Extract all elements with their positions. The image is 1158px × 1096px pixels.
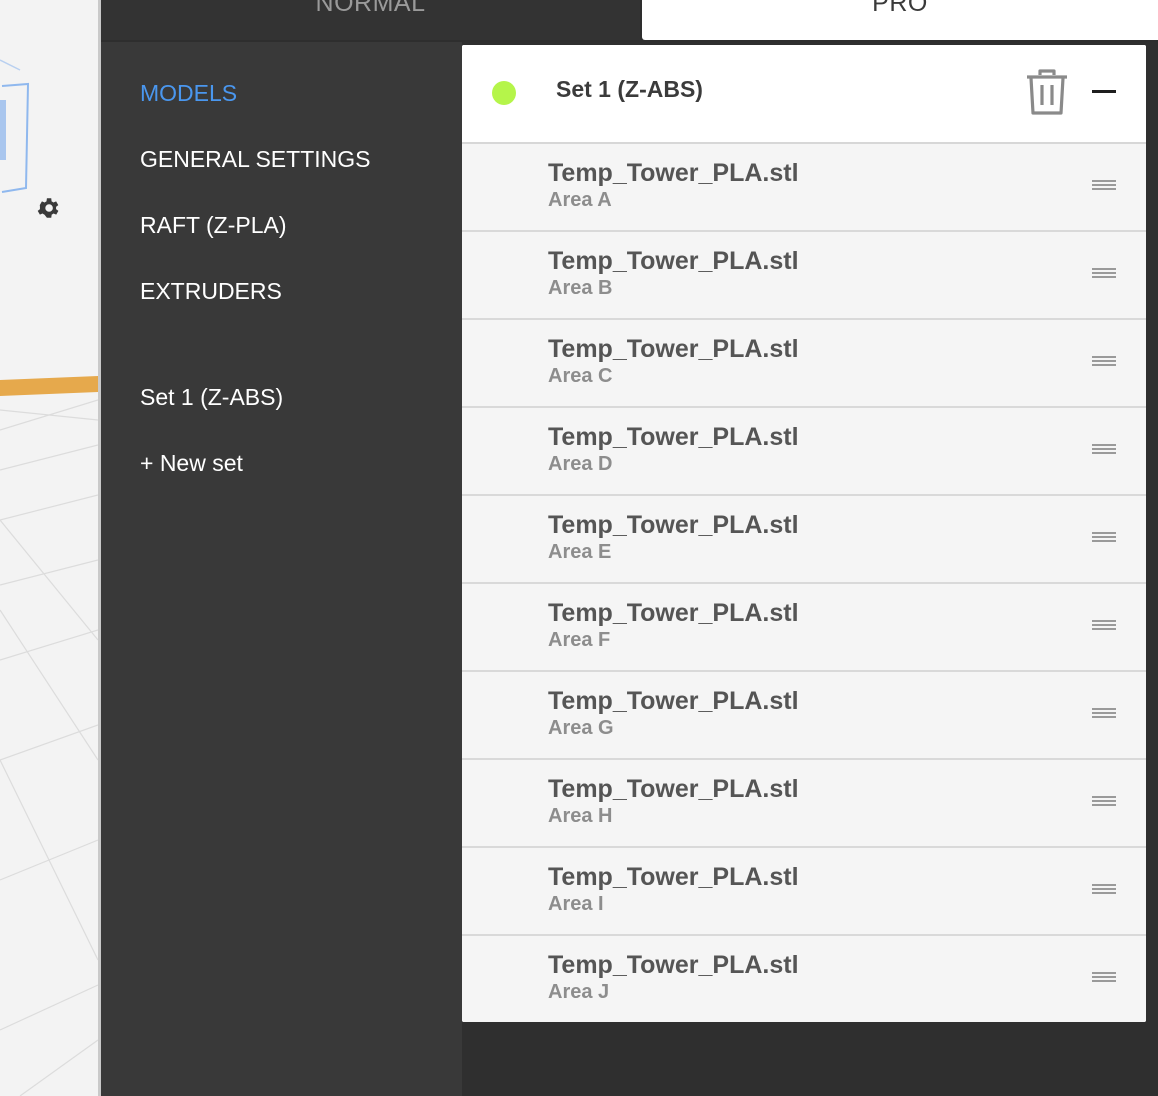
model-area-label: Area H [548, 805, 613, 827]
collapse-icon[interactable] [1090, 77, 1118, 105]
drag-handle-icon[interactable] [1092, 532, 1116, 544]
sidebar-item-general-settings[interactable]: GENERAL SETTINGS [140, 146, 370, 173]
set-header[interactable]: Set 1 (Z-ABS) [462, 45, 1146, 144]
tab-pro-label: PRO [872, 0, 928, 17]
model-row[interactable]: Temp_Tower_PLA.stl Area E [462, 496, 1146, 584]
model-area-label: Area J [548, 981, 610, 1003]
model-area-label: Area B [548, 277, 613, 299]
model-area-label: Area G [548, 717, 614, 739]
model-file-name: Temp_Tower_PLA.stl [548, 775, 799, 803]
model-row[interactable]: Temp_Tower_PLA.stl Area C [462, 320, 1146, 408]
sidebar-item-models[interactable]: MODELS [140, 80, 237, 107]
model-row[interactable]: Temp_Tower_PLA.stl Area D [462, 408, 1146, 496]
viewport-grid [0, 0, 98, 1096]
tab-normal-label: NORMAL [315, 0, 426, 17]
model-file-name: Temp_Tower_PLA.stl [548, 863, 799, 891]
model-file-name: Temp_Tower_PLA.stl [548, 335, 799, 363]
mode-tabs: NORMAL PRO [101, 0, 1158, 42]
model-file-name: Temp_Tower_PLA.stl [548, 159, 799, 187]
sidebar: MODELS GENERAL SETTINGS RAFT (Z-PLA) EXT… [101, 42, 462, 1096]
model-file-name: Temp_Tower_PLA.stl [548, 687, 799, 715]
new-set-button[interactable]: + New set [140, 450, 243, 477]
model-row[interactable]: Temp_Tower_PLA.stl Area G [462, 672, 1146, 760]
gear-icon[interactable] [35, 195, 61, 221]
sidebar-item-set-1[interactable]: Set 1 (Z-ABS) [140, 384, 283, 411]
model-file-name: Temp_Tower_PLA.stl [548, 599, 799, 627]
model-row[interactable]: Temp_Tower_PLA.stl Area J [462, 936, 1146, 1022]
drag-handle-icon[interactable] [1092, 884, 1116, 896]
model-row[interactable]: Temp_Tower_PLA.stl Area H [462, 760, 1146, 848]
drag-handle-icon[interactable] [1092, 620, 1116, 632]
set-status-dot [492, 81, 516, 105]
set-panel: Set 1 (Z-ABS) Temp_Tower_PLA.stl Area A Te… [462, 45, 1146, 1022]
model-file-name: Temp_Tower_PLA.stl [548, 247, 799, 275]
drag-handle-icon[interactable] [1092, 444, 1116, 456]
drag-handle-icon[interactable] [1092, 180, 1116, 192]
model-file-name: Temp_Tower_PLA.stl [548, 423, 799, 451]
model-row[interactable]: Temp_Tower_PLA.stl Area B [462, 232, 1146, 320]
model-file-name: Temp_Tower_PLA.stl [548, 951, 799, 979]
model-area-label: Area F [548, 629, 611, 651]
model-area-label: Area C [548, 365, 613, 387]
model-row[interactable]: Temp_Tower_PLA.stl Area I [462, 848, 1146, 936]
drag-handle-icon[interactable] [1092, 356, 1116, 368]
sidebar-item-raft[interactable]: RAFT (Z-PLA) [140, 212, 287, 239]
model-file-name: Temp_Tower_PLA.stl [548, 511, 799, 539]
drag-handle-icon[interactable] [1092, 972, 1116, 984]
tab-pro[interactable]: PRO [642, 0, 1158, 40]
drag-handle-icon[interactable] [1092, 708, 1116, 720]
model-list: Temp_Tower_PLA.stl Area A Temp_Tower_PLA.s… [462, 144, 1146, 1022]
model-area-label: Area E [548, 541, 612, 563]
sidebar-item-extruders[interactable]: EXTRUDERS [140, 278, 282, 305]
model-area-label: Area A [548, 189, 612, 211]
drag-handle-icon[interactable] [1092, 796, 1116, 808]
drag-handle-icon[interactable] [1092, 268, 1116, 280]
set-title: Set 1 (Z-ABS) [556, 76, 703, 102]
trash-icon[interactable] [1024, 67, 1070, 117]
tab-normal[interactable]: NORMAL [101, 0, 640, 40]
model-area-label: Area D [548, 453, 613, 475]
model-row[interactable]: Temp_Tower_PLA.stl Area F [462, 584, 1146, 672]
3d-viewport[interactable] [0, 0, 98, 1096]
model-row[interactable]: Temp_Tower_PLA.stl Area A [462, 144, 1146, 232]
model-area-label: Area I [548, 893, 604, 915]
